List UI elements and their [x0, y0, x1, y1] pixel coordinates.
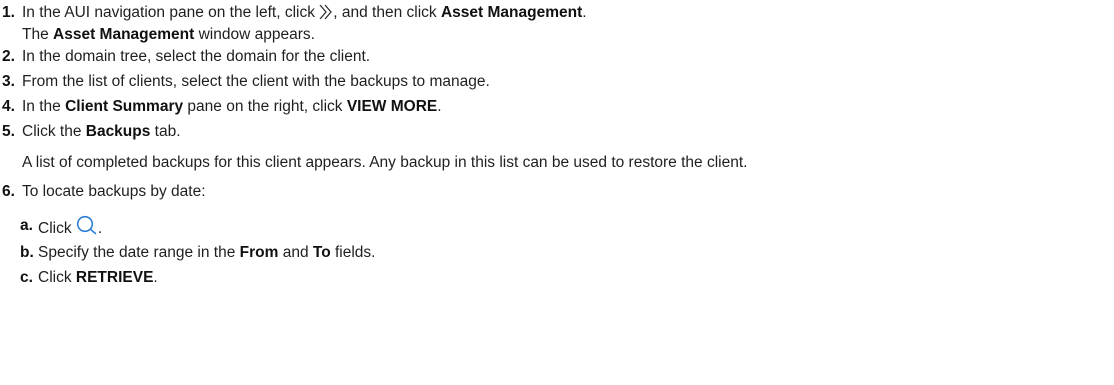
step-3: 3. From the list of clients, select the … — [0, 71, 490, 93]
search-icon — [76, 215, 98, 235]
substep-letter: c. — [20, 269, 33, 286]
ui-term: Client Summary — [65, 98, 184, 115]
ui-term: Asset Management — [440, 4, 583, 21]
step-number: 6. — [2, 183, 15, 200]
step-text: . — [582, 4, 587, 21]
step-6: 6. To locate backups by date: — [0, 181, 206, 203]
step-number: 1. — [2, 4, 15, 21]
ui-term: From — [239, 244, 279, 261]
substep-text: . — [153, 269, 158, 286]
result-text: The — [22, 26, 54, 43]
substep-letter: a. — [20, 217, 33, 234]
step-5: 5. Click the Backups tab. — [0, 121, 181, 143]
step-text: In the AUI navigation pane on the left, … — [22, 4, 320, 21]
substep-text: . — [97, 220, 103, 237]
step-4: 4. In the Client Summary pane on the rig… — [0, 96, 442, 118]
step-text: From the list of clients, select the cli… — [22, 73, 490, 90]
step-text: In the — [22, 98, 66, 115]
ui-term: RETRIEVE — [75, 269, 154, 286]
step-number: 3. — [2, 73, 15, 90]
step-text: , and then click — [333, 4, 441, 21]
step-text: tab. — [150, 123, 181, 140]
step-1: 1. In the AUI navigation pane on the lef… — [0, 2, 587, 24]
step-text: To locate backups by date: — [22, 183, 206, 200]
result-text: A list of completed backups for this cli… — [22, 154, 748, 171]
step-text: pane on the right, click — [183, 98, 347, 115]
substep-letter: b. — [20, 244, 34, 261]
substep-text: Click — [38, 220, 76, 237]
step-5-result: A list of completed backups for this cli… — [0, 152, 747, 174]
substep-text: and — [278, 244, 313, 261]
ui-term: VIEW MORE — [346, 98, 438, 115]
substep-text: Specify the date range in the — [38, 244, 240, 261]
step-text: Click the — [22, 123, 86, 140]
substep-c: c. Click RETRIEVE. — [0, 267, 158, 289]
step-1-result: The Asset Management window appears. — [0, 24, 315, 46]
step-number: 5. — [2, 123, 15, 140]
ui-term: Backups — [85, 123, 151, 140]
ui-term: Asset Management — [53, 26, 195, 43]
step-number: 2. — [2, 48, 15, 65]
substep-b: b. Specify the date range in the From an… — [0, 242, 375, 264]
step-text: . — [437, 98, 442, 115]
substep-text: Click — [38, 269, 76, 286]
step-number: 4. — [2, 98, 15, 115]
step-text: In the domain tree, select the domain fo… — [22, 48, 371, 65]
substep-text: fields. — [330, 244, 376, 261]
step-2: 2. In the domain tree, select the domain… — [0, 46, 370, 68]
substep-a: a. Click . — [0, 215, 102, 240]
ui-term: To — [312, 244, 331, 261]
double-chevron-right-icon — [319, 4, 333, 20]
result-text: window appears. — [194, 26, 315, 43]
